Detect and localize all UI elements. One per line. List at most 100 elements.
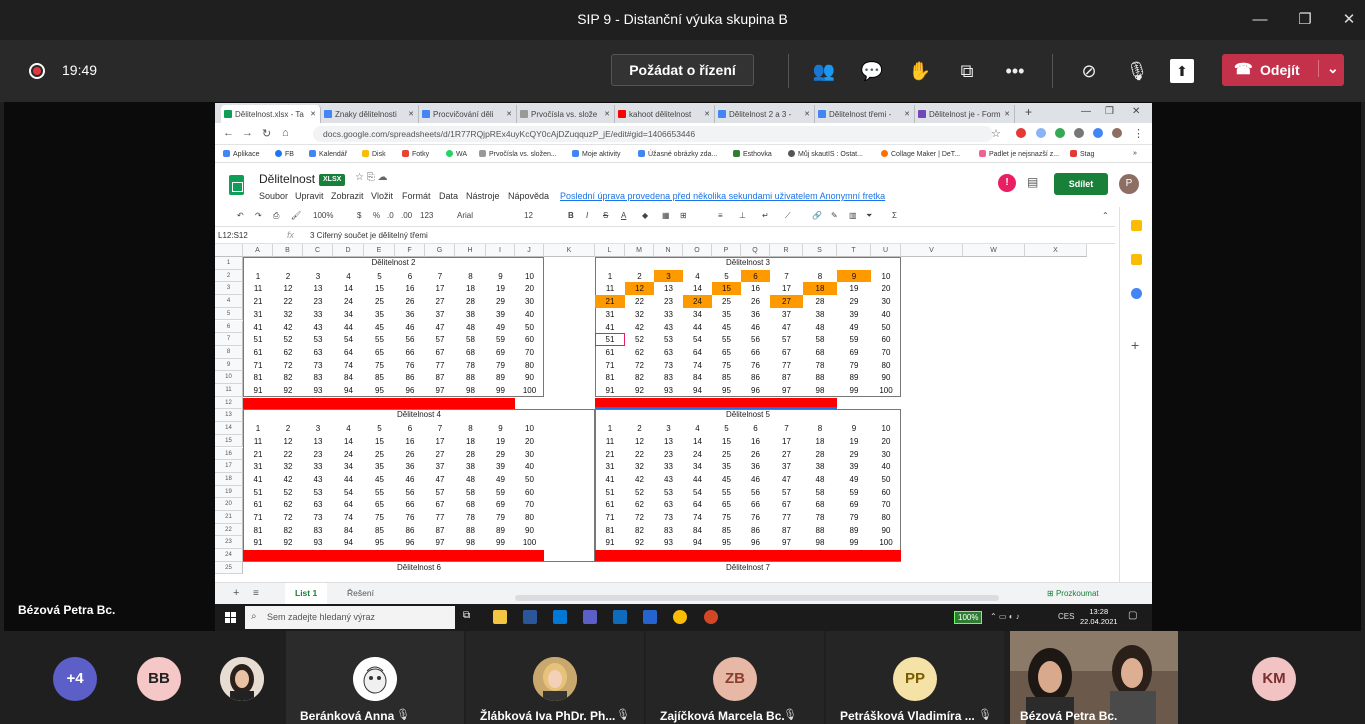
undo-icon[interactable]: ↶	[237, 211, 244, 220]
grid-cell[interactable]: 87	[770, 524, 803, 537]
forward-icon[interactable]: →	[242, 127, 253, 139]
font-select[interactable]: Arial	[457, 211, 473, 220]
all-sheets-icon[interactable]: ≡	[243, 583, 269, 604]
grid-cell[interactable]: 33	[303, 308, 333, 321]
grid-cell[interactable]: 19	[837, 282, 871, 295]
grid-cell[interactable]: 18	[455, 282, 486, 295]
grid-cell[interactable]: 6	[741, 269, 770, 283]
grid-cell[interactable]: 23	[654, 448, 683, 461]
grid-cell[interactable]: 73	[654, 511, 683, 524]
participant-tile[interactable]: ZB Zajíčková Marcela Bc. 🎙	[646, 631, 824, 724]
participant-tile[interactable]: Beránková Anna 🎙	[286, 631, 464, 724]
grid-cell[interactable]: 93	[654, 536, 683, 549]
grid-cell[interactable]: 75	[712, 511, 741, 524]
bookmark[interactable]: Prvočísla vs. složen...	[479, 150, 557, 158]
grid-cell[interactable]: 31	[243, 308, 273, 321]
grid-cell[interactable]: 58	[455, 333, 486, 346]
grid-cell[interactable]: 60	[515, 333, 544, 346]
grid-cell[interactable]: 58	[803, 333, 837, 346]
teams-icon[interactable]	[583, 610, 597, 624]
more-actions-icon[interactable]: •••	[1001, 57, 1029, 85]
grid-cell[interactable]: 21	[595, 295, 625, 308]
leave-button[interactable]: ☎ Odejít ⌄	[1222, 54, 1344, 86]
grid-cell[interactable]: 59	[486, 486, 515, 499]
grid-cell[interactable]: 46	[741, 473, 770, 486]
new-tab-icon[interactable]: +	[1025, 105, 1032, 119]
bookmark[interactable]: Esthovka	[733, 150, 772, 158]
grid-cell[interactable]: 86	[395, 524, 425, 537]
browser-tab[interactable]: Dělitelnost je - Form ✕	[915, 105, 1015, 123]
column-header[interactable]: E	[364, 244, 395, 257]
column-header[interactable]: O	[683, 244, 712, 257]
row-header[interactable]: 15	[215, 434, 243, 448]
grid-cell[interactable]: 44	[333, 321, 364, 334]
extension-icon[interactable]	[1093, 128, 1103, 138]
grid-cell[interactable]: 81	[243, 371, 273, 384]
grid-cell[interactable]: 56	[741, 333, 770, 346]
maximize-icon[interactable]: ❐	[1282, 6, 1328, 34]
grid-cell[interactable]: 8	[803, 270, 837, 283]
grid-cell[interactable]: 32	[625, 308, 654, 321]
grid-cell[interactable]: 35	[364, 460, 395, 473]
grid-cell[interactable]: 92	[625, 384, 654, 397]
grid-cell[interactable]: 23	[654, 295, 683, 308]
grid-cell[interactable]: 3	[303, 422, 333, 435]
bookmark[interactable]: Kalendář	[309, 150, 347, 158]
grid-cell[interactable]: 10	[871, 270, 901, 283]
explore-button[interactable]: ⊞ Prozkoumat	[1047, 589, 1099, 598]
grid-cell[interactable]: 77	[770, 511, 803, 524]
grid-cell[interactable]: 98	[455, 536, 486, 549]
grid-cell[interactable]: 83	[303, 371, 333, 384]
system-clock[interactable]: 13:28 22.04.2021	[1080, 607, 1118, 627]
grid-cell[interactable]: 94	[683, 536, 712, 549]
grid-cell[interactable]: 13	[303, 282, 333, 295]
grid-cell[interactable]: 64	[683, 346, 712, 359]
grid-cell[interactable]: 75	[364, 511, 395, 524]
grid-cell[interactable]: 52	[273, 486, 303, 499]
participant-video-tile[interactable]: Bézová Petra Bc.	[1010, 631, 1178, 724]
grid-cell[interactable]: 91	[595, 384, 625, 397]
grid-cell[interactable]: 61	[595, 498, 625, 511]
grid-cell[interactable]: 45	[712, 473, 741, 486]
column-header[interactable]: Q	[741, 244, 770, 257]
grid-cell[interactable]: 51	[243, 486, 273, 499]
chrome-icon[interactable]	[673, 610, 687, 624]
grid-cell[interactable]: 28	[803, 448, 837, 461]
column-header[interactable]: M	[625, 244, 654, 257]
grid-cell[interactable]: 93	[654, 384, 683, 397]
grid-cell[interactable]: 25	[364, 295, 395, 308]
grid-cell[interactable]: 30	[871, 295, 901, 308]
menu-view[interactable]: Zobrazit	[331, 191, 364, 201]
grid-cell[interactable]: 81	[595, 524, 625, 537]
grid-cell[interactable]: 71	[243, 359, 273, 372]
grid-cell[interactable]: 21	[243, 295, 273, 308]
grid-cell[interactable]: 88	[803, 524, 837, 537]
grid-cell[interactable]: 29	[486, 448, 515, 461]
grid-cell[interactable]: 41	[243, 321, 273, 334]
grid-cell[interactable]: 88	[455, 371, 486, 384]
grid-cell[interactable]: 53	[654, 333, 683, 346]
grid-cell[interactable]: 38	[803, 308, 837, 321]
grid-cell[interactable]: 7	[770, 422, 803, 435]
browser-tab[interactable]: kahoot dělitelnost ✕	[615, 105, 715, 123]
bookmark[interactable]: Moje aktivity	[572, 150, 621, 158]
grid-cell[interactable]: 40	[515, 308, 544, 321]
grid-cell[interactable]: 22	[273, 448, 303, 461]
keep-icon[interactable]	[1131, 254, 1142, 265]
minimize-icon[interactable]: —	[1081, 106, 1091, 117]
grid-cell[interactable]: 89	[837, 524, 871, 537]
grid-cell[interactable]: 86	[741, 371, 770, 384]
bookmark[interactable]: Disk	[362, 150, 386, 158]
grid-cell[interactable]: 42	[625, 473, 654, 486]
grid-cell[interactable]: 63	[303, 346, 333, 359]
link-icon[interactable]: 🔗	[812, 211, 822, 220]
grid-cell[interactable]: 80	[515, 511, 544, 524]
share-button[interactable]: Sdílet	[1054, 173, 1108, 195]
rooms-icon[interactable]: ⧉	[953, 57, 981, 85]
grid-cell[interactable]: 98	[803, 384, 837, 397]
home-icon[interactable]: ⌂	[282, 127, 289, 139]
formula-input[interactable]: 3 Ciferný součet je dělitelný třemi	[310, 231, 428, 240]
grid-cell[interactable]: 48	[803, 321, 837, 334]
grid-cell[interactable]: 44	[683, 473, 712, 486]
grid-cell[interactable]: 48	[455, 321, 486, 334]
